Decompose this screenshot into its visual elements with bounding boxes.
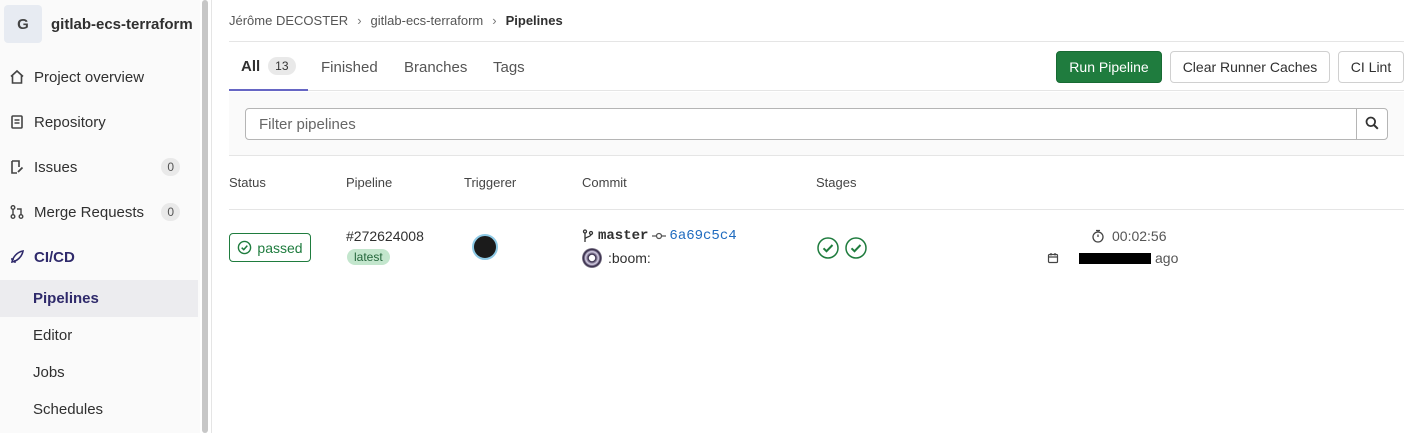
merge-requests-count-badge: 0 — [161, 203, 180, 221]
issues-icon — [8, 158, 26, 176]
sidebar-subitem-editor[interactable]: Editor — [0, 317, 198, 354]
finished-suffix: ago — [1155, 250, 1179, 266]
commit-author-avatar[interactable] — [582, 248, 602, 268]
filter-pipelines-input[interactable]: Filter pipelines — [245, 108, 1357, 140]
breadcrumb-project[interactable]: gitlab-ecs-terraform — [371, 13, 484, 28]
table-row: passed #272624008 latest master 6a69c5c4… — [229, 211, 1404, 283]
sidebar-subitem-jobs[interactable]: Jobs — [0, 354, 198, 391]
timer-icon — [1091, 229, 1105, 243]
commit-ref: master 6a69c5c4 — [582, 228, 737, 244]
pipeline-id-link[interactable]: #272624008 — [346, 228, 424, 244]
sidebar-scrollbar[interactable] — [202, 0, 208, 433]
tab-branches[interactable]: Branches — [392, 43, 479, 91]
clear-runner-caches-button[interactable]: Clear Runner Caches — [1170, 51, 1330, 83]
commit-sha-link[interactable]: 6a69c5c4 — [669, 228, 736, 244]
stage-passed-icon[interactable] — [844, 236, 868, 260]
sidebar: G gitlab-ecs-terraform Project overview … — [0, 0, 200, 433]
sidebar-item-label: Issues — [34, 158, 78, 176]
sidebar-item-project-overview[interactable]: Project overview — [0, 57, 200, 97]
pipeline-finished-at: ago — [1047, 250, 1178, 266]
issues-count-badge: 0 — [161, 158, 180, 176]
sidebar-item-label: Merge Requests — [34, 203, 145, 221]
branch-icon — [582, 229, 594, 243]
redacted-timestamp — [1079, 252, 1151, 264]
chevron-right-icon: › — [492, 13, 497, 28]
commit-title-link[interactable]: :boom: — [608, 250, 651, 266]
tab-tags[interactable]: Tags — [481, 43, 537, 91]
chevron-right-icon: › — [357, 13, 362, 28]
tab-finished[interactable]: Finished — [309, 43, 390, 91]
header-stages: Stages — [816, 175, 857, 190]
calendar-icon — [1047, 252, 1059, 264]
breadcrumb-user[interactable]: Jérôme DECOSTER — [229, 13, 348, 28]
tab-all[interactable]: All 13 — [229, 43, 308, 91]
project-header[interactable]: G gitlab-ecs-terraform — [4, 4, 193, 44]
header-commit: Commit — [582, 175, 627, 190]
document-icon — [8, 113, 26, 131]
header-triggerer: Triggerer — [464, 175, 517, 190]
sidebar-item-label: Repository — [34, 113, 106, 131]
rocket-icon — [8, 248, 26, 266]
header-pipeline: Pipeline — [346, 175, 393, 190]
pipelines-table-header: Status Pipeline Triggerer Commit Stages — [229, 157, 1404, 210]
sidebar-item-label: Project overview — [34, 68, 145, 86]
status-label: passed — [257, 239, 303, 256]
tab-all-count: 13 — [268, 57, 296, 75]
tab-all-label: All — [241, 57, 261, 75]
pipeline-duration: 00:02:56 — [1091, 228, 1167, 244]
search-button[interactable] — [1356, 108, 1388, 140]
sidebar-item-issues[interactable]: Issues 0 — [0, 147, 200, 187]
pipeline-tabs: All 13 Finished Branches Tags Run Pipeli… — [229, 43, 1404, 91]
latest-badge: latest — [347, 249, 390, 265]
branch-name-link[interactable]: master — [598, 228, 648, 244]
home-icon — [8, 68, 26, 86]
header-status: Status — [229, 175, 266, 190]
sidebar-item-repository[interactable]: Repository — [0, 102, 200, 142]
stages-list — [816, 236, 872, 260]
commit-message: :boom: — [582, 248, 651, 268]
merge-request-icon — [8, 203, 26, 221]
filter-bar: Filter pipelines — [229, 92, 1404, 156]
ci-lint-button[interactable]: CI Lint — [1338, 51, 1404, 83]
sidebar-subitem-schedules[interactable]: Schedules — [0, 391, 198, 428]
check-circle-icon — [237, 240, 252, 255]
duration-value: 00:02:56 — [1112, 228, 1167, 244]
breadcrumb: Jérôme DECOSTER › gitlab-ecs-terraform ›… — [229, 0, 1404, 42]
sidebar-subitem-pipelines[interactable]: Pipelines — [0, 280, 198, 317]
sidebar-divider — [211, 0, 212, 433]
sidebar-item-ci-cd[interactable]: CI/CD — [0, 237, 200, 277]
project-name: gitlab-ecs-terraform — [51, 15, 193, 33]
project-avatar: G — [4, 5, 42, 43]
commit-icon — [652, 231, 667, 241]
stage-passed-icon[interactable] — [816, 236, 840, 260]
sidebar-item-merge-requests[interactable]: Merge Requests 0 — [0, 192, 200, 232]
status-badge[interactable]: passed — [229, 233, 311, 262]
triggerer-avatar[interactable] — [472, 234, 498, 260]
breadcrumb-current[interactable]: Pipelines — [506, 13, 563, 28]
sidebar-item-label: CI/CD — [34, 248, 75, 266]
search-icon — [1365, 116, 1379, 133]
run-pipeline-button[interactable]: Run Pipeline — [1056, 51, 1162, 83]
